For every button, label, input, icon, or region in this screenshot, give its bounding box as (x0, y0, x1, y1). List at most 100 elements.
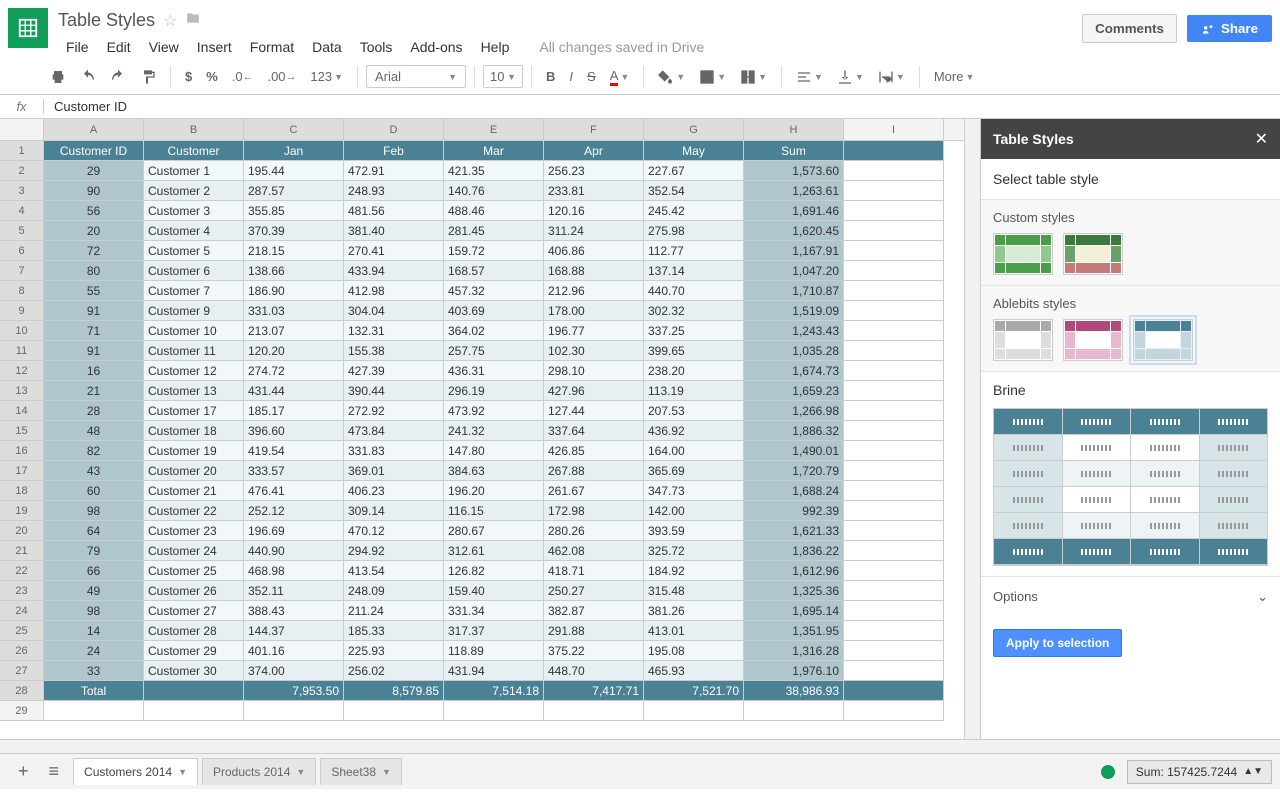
cell[interactable]: Apr (544, 141, 644, 161)
cell[interactable]: May (644, 141, 744, 161)
cell[interactable]: 280.67 (444, 521, 544, 541)
row-header[interactable]: 4 (0, 201, 44, 221)
cell[interactable]: 1,620.45 (744, 221, 844, 241)
menu-format[interactable]: Format (242, 35, 302, 59)
cell[interactable]: 113.19 (644, 381, 744, 401)
comments-button[interactable]: Comments (1082, 14, 1177, 43)
row-header[interactable]: 13 (0, 381, 44, 401)
cell[interactable]: 7,514.18 (444, 681, 544, 701)
menu-insert[interactable]: Insert (189, 35, 240, 59)
more-toolbar[interactable]: More▼ (928, 65, 981, 88)
options-toggle[interactable]: Options ⌄ (981, 576, 1280, 617)
cell[interactable]: 1,573.60 (744, 161, 844, 181)
cell[interactable]: Customer (144, 141, 244, 161)
cell[interactable]: 225.93 (344, 641, 444, 661)
cell[interactable]: 29 (44, 161, 144, 181)
cell[interactable]: 364.02 (444, 321, 544, 341)
cell[interactable]: 7,953.50 (244, 681, 344, 701)
cell[interactable]: 294.92 (344, 541, 444, 561)
undo-icon[interactable] (74, 65, 102, 89)
fill-color-icon[interactable]: ▼ (652, 65, 691, 89)
cell[interactable]: 185.33 (344, 621, 444, 641)
cell[interactable]: 1,621.33 (744, 521, 844, 541)
cell[interactable]: 382.87 (544, 601, 644, 621)
cell[interactable] (844, 361, 944, 381)
increase-decimal-icon[interactable]: .00→ (261, 65, 302, 88)
cell[interactable]: 28 (44, 401, 144, 421)
cell[interactable]: 142.00 (644, 501, 744, 521)
cell[interactable]: 140.76 (444, 181, 544, 201)
cell[interactable]: 112.77 (644, 241, 744, 261)
cell[interactable]: Customer 12 (144, 361, 244, 381)
cell[interactable]: 401.16 (244, 641, 344, 661)
cell[interactable]: 21 (44, 381, 144, 401)
cell[interactable]: Customer 19 (144, 441, 244, 461)
cell[interactable]: 333.57 (244, 461, 344, 481)
cell[interactable]: 1,695.14 (744, 601, 844, 621)
cell[interactable]: Customer 2 (144, 181, 244, 201)
cell[interactable]: 168.88 (544, 261, 644, 281)
cell[interactable]: 80 (44, 261, 144, 281)
cell[interactable]: 71 (44, 321, 144, 341)
col-header-F[interactable]: F (544, 119, 644, 140)
all-sheets-icon[interactable]: ≡ (39, 755, 70, 788)
cell[interactable] (844, 201, 944, 221)
cell[interactable]: 168.57 (444, 261, 544, 281)
cell[interactable] (644, 701, 744, 721)
cell[interactable]: 468.98 (244, 561, 344, 581)
cell[interactable]: 60 (44, 481, 144, 501)
cell[interactable] (744, 701, 844, 721)
col-header-E[interactable]: E (444, 119, 544, 140)
cell[interactable]: 1,351.95 (744, 621, 844, 641)
share-button[interactable]: Share (1187, 15, 1272, 42)
percent-icon[interactable]: % (200, 65, 224, 88)
cell[interactable]: 248.09 (344, 581, 444, 601)
close-icon[interactable]: ✕ (1255, 129, 1268, 149)
menu-file[interactable]: File (58, 35, 97, 59)
cell[interactable]: Customer 26 (144, 581, 244, 601)
halign-icon[interactable]: ▼ (790, 65, 829, 89)
cell[interactable]: 1,659.23 (744, 381, 844, 401)
cell[interactable]: 172.98 (544, 501, 644, 521)
cell[interactable] (844, 621, 944, 641)
cell[interactable] (844, 241, 944, 261)
cell[interactable]: Sum (744, 141, 844, 161)
cell[interactable]: 331.83 (344, 441, 444, 461)
cell[interactable] (844, 541, 944, 561)
cell[interactable]: 388.43 (244, 601, 344, 621)
row-header[interactable]: 2 (0, 161, 44, 181)
cell[interactable] (844, 481, 944, 501)
cell[interactable]: 281.45 (444, 221, 544, 241)
cell[interactable]: 365.69 (644, 461, 744, 481)
cell[interactable]: Customer 24 (144, 541, 244, 561)
cell[interactable]: 457.32 (444, 281, 544, 301)
select-all-corner[interactable] (0, 119, 44, 140)
cell[interactable]: 1,035.28 (744, 341, 844, 361)
row-header[interactable]: 24 (0, 601, 44, 621)
cell[interactable]: 184.92 (644, 561, 744, 581)
cell[interactable] (844, 341, 944, 361)
cell[interactable]: 355.85 (244, 201, 344, 221)
cell[interactable]: 1,167.91 (744, 241, 844, 261)
cell[interactable]: 312.61 (444, 541, 544, 561)
col-header-G[interactable]: G (644, 119, 744, 140)
cell[interactable]: 241.32 (444, 421, 544, 441)
sheet-tab[interactable]: Customers 2014▼ (73, 758, 198, 785)
cell[interactable]: Customer 10 (144, 321, 244, 341)
cell[interactable] (844, 681, 944, 701)
cell[interactable] (844, 221, 944, 241)
cell[interactable] (844, 461, 944, 481)
cell[interactable]: 396.60 (244, 421, 344, 441)
font-size-select[interactable]: 10▼ (483, 65, 523, 88)
row-header[interactable]: 3 (0, 181, 44, 201)
cell[interactable]: 126.82 (444, 561, 544, 581)
row-header[interactable]: 9 (0, 301, 44, 321)
style-thumb-green1[interactable] (993, 233, 1053, 275)
borders-icon[interactable]: ▼ (693, 65, 732, 89)
cell[interactable] (144, 701, 244, 721)
cell[interactable]: Customer 6 (144, 261, 244, 281)
cell[interactable]: 238.20 (644, 361, 744, 381)
cell[interactable]: 72 (44, 241, 144, 261)
cell[interactable]: 403.69 (444, 301, 544, 321)
menu-data[interactable]: Data (304, 35, 350, 59)
